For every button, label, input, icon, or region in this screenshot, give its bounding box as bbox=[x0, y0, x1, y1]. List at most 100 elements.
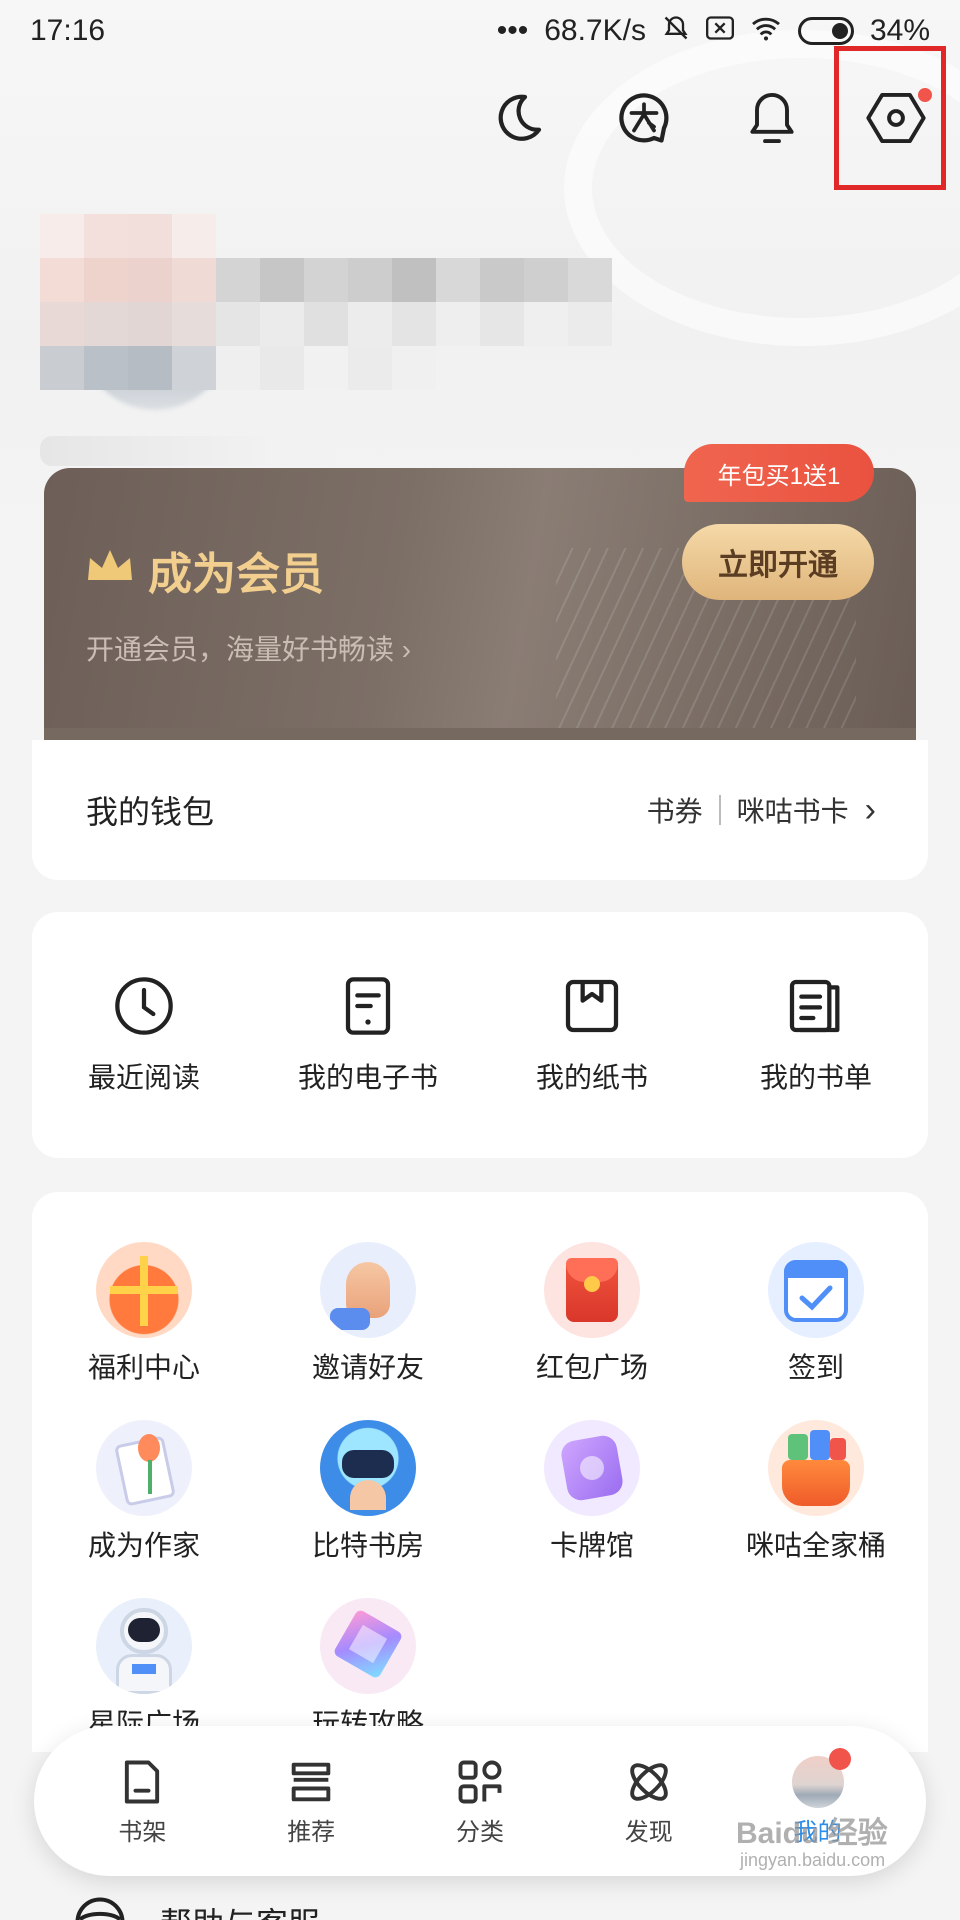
battery-level: 34% bbox=[869, 14, 930, 47]
status-indicators: ••• 68.7K/s 34% bbox=[497, 14, 930, 49]
welfare-center-button[interactable]: 福利中心 bbox=[32, 1242, 256, 1383]
profile-mosaic-row2 bbox=[40, 302, 612, 346]
my-paper-books-button[interactable]: 我的纸书 bbox=[480, 974, 704, 1096]
astronaut-icon bbox=[96, 1598, 192, 1694]
chevron-right-icon: › bbox=[864, 790, 876, 829]
settings-highlight-box bbox=[834, 46, 946, 190]
wallet-row[interactable]: 我的钱包 书券 咪咕书卡 › bbox=[32, 740, 928, 880]
read-item-label: 我的纸书 bbox=[535, 1062, 648, 1093]
read-item-label: 最近阅读 bbox=[87, 1062, 200, 1093]
invite-hand-icon bbox=[320, 1242, 416, 1338]
service-label: 红包广场 bbox=[535, 1352, 648, 1383]
status-dots: ••• bbox=[496, 14, 529, 47]
nav-label: 分类 bbox=[455, 1818, 504, 1846]
open-membership-button[interactable]: 立即开通 bbox=[682, 524, 874, 600]
wallet-title: 我的钱包 bbox=[86, 794, 215, 830]
help-label: 帮助与客服 bbox=[160, 1899, 320, 1920]
status-time: 17:16 bbox=[30, 14, 106, 47]
red-envelope-icon bbox=[544, 1242, 640, 1338]
top-actions bbox=[0, 78, 960, 158]
nav-recommend[interactable]: 推荐 bbox=[227, 1756, 396, 1847]
invite-friends-button[interactable]: 邀请好友 bbox=[256, 1242, 480, 1383]
card-hall-button[interactable]: 卡牌馆 bbox=[480, 1420, 704, 1561]
read-item-label: 我的书单 bbox=[759, 1062, 872, 1093]
booklist-icon bbox=[789, 979, 840, 1033]
member-subtitle-text: 开通会员，海量好书畅读 bbox=[86, 634, 395, 665]
nav-label: 书架 bbox=[118, 1818, 167, 1846]
profile-name-strip bbox=[40, 436, 380, 466]
nav-label: 推荐 bbox=[287, 1818, 336, 1846]
read-item-label: 我的电子书 bbox=[297, 1062, 438, 1093]
profile-mosaic-row1 bbox=[40, 258, 612, 302]
profile-mosaic-row3 bbox=[40, 346, 436, 390]
services-grid: 福利中心 邀请好友 红包广场 签到 成为作家 比特书房 卡牌馆 咪咕全家桶 星际… bbox=[32, 1242, 928, 1739]
sim-off-icon bbox=[705, 15, 734, 47]
service-label: 福利中心 bbox=[87, 1352, 200, 1383]
help-icon bbox=[75, 1897, 125, 1920]
night-mode-button[interactable] bbox=[478, 78, 558, 158]
promo-badge: 年包买1送1 bbox=[684, 444, 874, 502]
wallet-links: 书券 咪咕书卡 › bbox=[647, 790, 876, 830]
card-hall-icon bbox=[544, 1420, 640, 1516]
my-booklist-button[interactable]: 我的书单 bbox=[704, 974, 928, 1096]
member-title: 成为会员 bbox=[148, 550, 324, 599]
migu-bucket-button[interactable]: 咪咕全家桶 bbox=[704, 1420, 928, 1561]
service-label: 签到 bbox=[787, 1352, 844, 1383]
reading-card: 最近阅读 我的电子书 我的纸书 我的书单 bbox=[32, 912, 928, 1158]
clock-icon bbox=[115, 977, 173, 1035]
network-speed: 68.7K/s bbox=[544, 14, 646, 47]
wallet-divider bbox=[718, 795, 721, 825]
mute-icon bbox=[662, 14, 690, 49]
chevron-right-icon: › bbox=[401, 634, 412, 665]
moon-icon bbox=[498, 94, 542, 141]
nav-label: 发现 bbox=[624, 1818, 673, 1846]
status-bar: 17:16 ••• 68.7K/s 34% bbox=[0, 0, 960, 62]
notification-button[interactable] bbox=[732, 78, 812, 158]
watermark: Baidu 经验 bbox=[736, 1817, 888, 1850]
check-in-button[interactable]: 签到 bbox=[704, 1242, 928, 1383]
ebook-icon bbox=[345, 977, 391, 1035]
category-icon bbox=[458, 1760, 502, 1803]
profile-mosaic-top bbox=[40, 214, 216, 258]
translate-icon bbox=[619, 93, 669, 143]
watermark-url: jingyan.baidu.com bbox=[740, 1850, 886, 1870]
migu-bucket-icon bbox=[768, 1420, 864, 1516]
nav-badge-dot bbox=[829, 1747, 852, 1770]
migu-book-card-link[interactable]: 咪咕书卡 bbox=[737, 790, 849, 830]
gift-icon bbox=[96, 1242, 192, 1338]
service-label: 邀请好友 bbox=[311, 1352, 424, 1383]
red-envelope-plaza-button[interactable]: 红包广场 bbox=[480, 1242, 704, 1383]
recommend-icon bbox=[291, 1762, 331, 1801]
help-service-row[interactable]: 帮助与客服 bbox=[70, 1892, 320, 1920]
crown-icon bbox=[88, 550, 132, 580]
member-card[interactable]: 成为会员 开通会员，海量好书畅读 › bbox=[44, 468, 916, 740]
book-coupon-link[interactable]: 书券 bbox=[647, 790, 703, 830]
nav-category[interactable]: 分类 bbox=[396, 1756, 565, 1847]
bell-icon bbox=[750, 92, 794, 144]
service-label: 卡牌馆 bbox=[549, 1530, 634, 1561]
writer-icon bbox=[96, 1420, 192, 1516]
member-subtitle[interactable]: 开通会员，海量好书畅读 › bbox=[86, 628, 411, 668]
wifi-icon bbox=[750, 15, 782, 48]
services-card: 福利中心 邀请好友 红包广场 签到 成为作家 比特书房 卡牌馆 咪咕全家桶 星际… bbox=[32, 1192, 928, 1752]
service-label: 比特书房 bbox=[311, 1530, 424, 1561]
profile-area[interactable] bbox=[40, 210, 700, 470]
star-plaza-button[interactable]: 星际广场 bbox=[32, 1598, 256, 1739]
translate-button[interactable] bbox=[604, 78, 684, 158]
recent-reading-button[interactable]: 最近阅读 bbox=[32, 974, 256, 1096]
discover-icon bbox=[630, 1762, 668, 1801]
play-guide-button[interactable]: 玩转攻略 bbox=[256, 1598, 480, 1739]
nav-bookshelf[interactable]: 书架 bbox=[58, 1756, 227, 1847]
become-writer-button[interactable]: 成为作家 bbox=[32, 1420, 256, 1561]
crystal-icon bbox=[320, 1598, 416, 1694]
my-ebooks-button[interactable]: 我的电子书 bbox=[256, 974, 480, 1096]
bit-study-button[interactable]: 比特书房 bbox=[256, 1420, 480, 1561]
bookshelf-icon bbox=[125, 1760, 160, 1803]
battery-icon bbox=[797, 17, 854, 45]
nav-discover[interactable]: 发现 bbox=[564, 1756, 733, 1847]
service-label: 咪咕全家桶 bbox=[745, 1530, 886, 1561]
paper-book-icon bbox=[565, 979, 619, 1033]
service-label: 成为作家 bbox=[87, 1530, 200, 1561]
bit-study-icon bbox=[320, 1420, 416, 1516]
calendar-check-icon bbox=[768, 1242, 864, 1338]
